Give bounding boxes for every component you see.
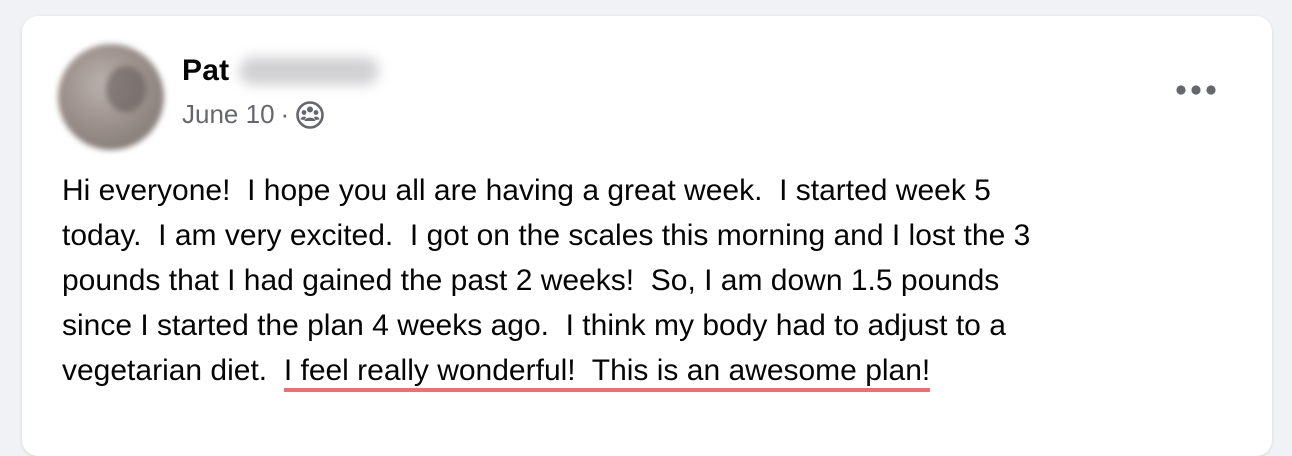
more-options-icon [1176,85,1216,95]
post-text-last-line: vegetarian diet. I feel really wonderful… [62,348,1232,393]
post-card: Pat June 10 · Hi everyone! I hope you al… [22,16,1272,456]
more-options-button[interactable] [1172,76,1220,104]
redacted-name-blur [239,57,380,85]
author-avatar[interactable] [58,44,164,150]
post-date[interactable]: June 10 [182,99,275,130]
group-audience-icon[interactable] [295,99,325,129]
meta-separator: · [280,98,290,129]
post-text-line: Hi everyone! I hope you all are having a… [62,174,991,207]
post-text-line: pounds that I had gained the past 2 week… [62,264,1000,297]
post-text-line: since I started the plan 4 weeks ago. I … [62,309,1006,342]
post-text-segment: vegetarian diet. [62,354,284,387]
author-name[interactable]: Pat [182,54,229,88]
post-text-line: today. I am very excited. I got on the s… [62,219,1031,252]
post-meta: June 10 · [182,98,325,130]
highlighted-sentence: I feel really wonderful! This is an awes… [283,354,931,392]
post-body: Hi everyone! I hope you all are having a… [62,168,1232,393]
author-row: Pat [182,50,380,92]
